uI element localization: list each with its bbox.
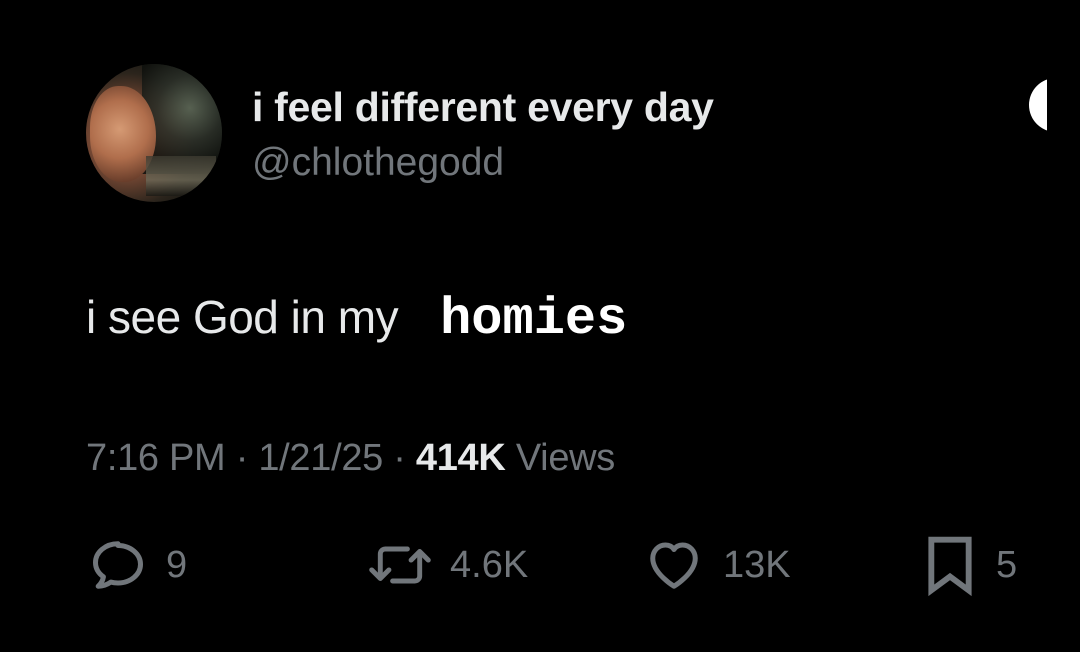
reply-button[interactable]: 9 <box>88 530 187 600</box>
heart-icon <box>650 542 698 589</box>
tweet-text-styled-word: homies <box>440 290 628 349</box>
tweet-text: i see God in my homies <box>86 290 627 349</box>
screen-edge <box>1047 0 1080 652</box>
tweet-time[interactable]: 7:16 PM <box>86 437 226 479</box>
bookmark-button[interactable]: 5 <box>922 530 1017 600</box>
meta-separator: · <box>393 437 416 479</box>
repost-count: 4.6K <box>450 543 529 586</box>
tweet-card: i feel different every day @chlothegodd … <box>0 0 1080 652</box>
avatar[interactable] <box>86 64 222 202</box>
like-count: 13K <box>723 543 791 586</box>
avatar-ground <box>146 156 216 196</box>
bookmark-count: 5 <box>996 543 1018 586</box>
bookmark-icon <box>928 536 972 597</box>
repost-icon <box>369 546 431 584</box>
author-handle[interactable]: @chlothegodd <box>252 141 504 185</box>
tweet-date[interactable]: 1/21/25 <box>258 437 383 479</box>
author-display-name[interactable]: i feel different every day <box>252 84 714 131</box>
action-bar: 9 4.6K 13K 5 <box>0 530 1080 600</box>
reply-icon <box>93 541 143 589</box>
repost-button[interactable]: 4.6K <box>368 530 528 600</box>
like-button[interactable]: 13K <box>643 530 791 600</box>
reply-count: 9 <box>166 543 188 586</box>
meta-separator: · <box>235 437 259 479</box>
tweet-meta: 7:16 PM · 1/21/25 · 414K Views <box>86 437 615 480</box>
tweet-text-main: i see God in my <box>86 291 399 343</box>
views-label: Views <box>515 437 615 479</box>
views-count: 414K <box>415 437 506 479</box>
